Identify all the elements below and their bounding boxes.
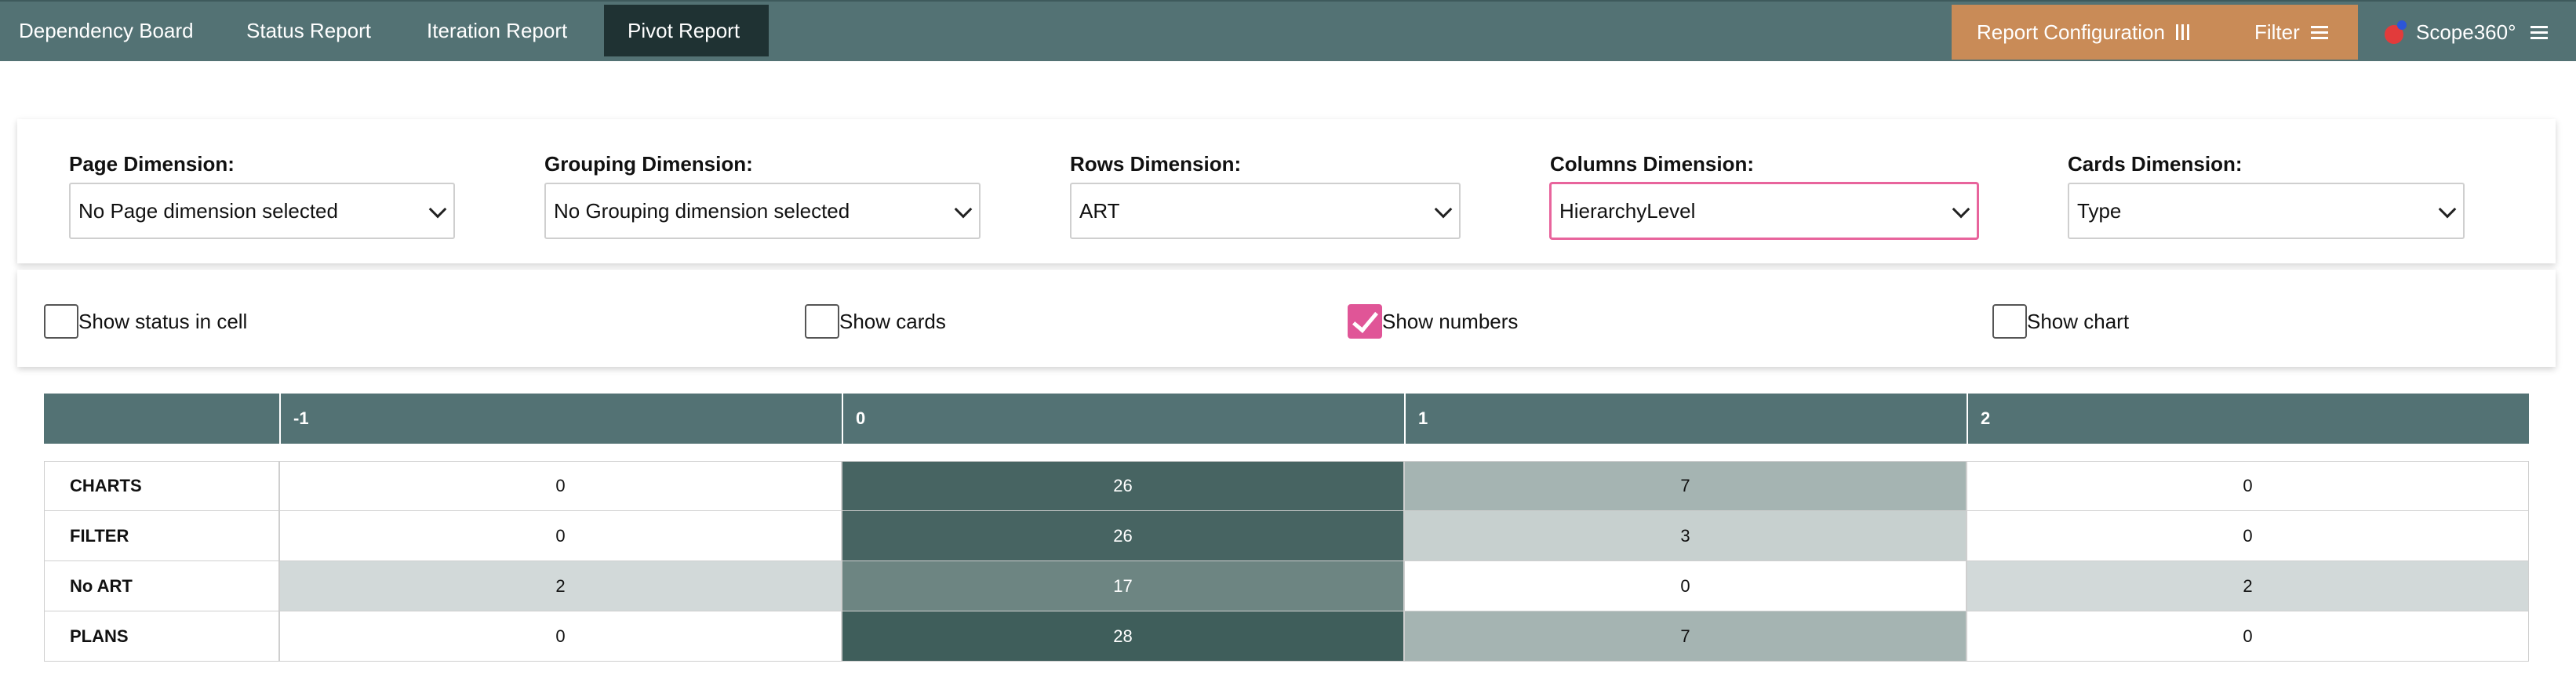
dimension-panel: Page Dimension: No Page dimension select… — [17, 119, 2556, 263]
chevron-down-icon — [1434, 200, 1453, 219]
cards-dimension-group: Cards Dimension: Type — [2068, 152, 2465, 239]
show-status-in-cell-label: Show status in cell — [78, 309, 248, 333]
brand-label: Scope360° — [2416, 20, 2516, 44]
option-show-status-in-cell: Show status in cell — [44, 304, 247, 339]
table-row: PLANS 0 28 7 0 — [44, 611, 2529, 662]
top-nav-bar: Dependency Board Status Report Iteration… — [0, 0, 2576, 61]
row-label: PLANS — [44, 611, 279, 662]
column-header-corner — [44, 394, 279, 444]
chevron-down-icon — [428, 200, 447, 219]
pivot-cell[interactable]: 7 — [1404, 461, 1967, 511]
option-show-cards: Show cards — [805, 304, 946, 339]
nav-tabs: Dependency Board Status Report Iteration… — [0, 2, 769, 61]
report-configuration-label: Report Configuration — [1977, 20, 2165, 44]
show-chart-label: Show chart — [2027, 309, 2130, 333]
scope360-menu-button[interactable]: Scope360° — [2385, 5, 2548, 60]
cards-dimension-select[interactable]: Type — [2068, 183, 2465, 239]
chevron-down-icon — [2438, 200, 2457, 219]
columns-dimension-label: Columns Dimension: — [1550, 152, 1755, 176]
page-dimension-label: Page Dimension: — [69, 152, 235, 176]
page-dimension-select[interactable]: No Page dimension selected — [69, 183, 455, 239]
columns-dimension-group: Columns Dimension: HierarchyLevel — [1550, 152, 1978, 239]
pivot-cell[interactable]: 0 — [1967, 611, 2529, 662]
page-dimension-value: No Page dimension selected — [78, 198, 338, 223]
rows-dimension-group: Rows Dimension: ART — [1070, 152, 1461, 239]
tab-status-report[interactable]: Status Report — [227, 5, 408, 56]
pivot-cell[interactable]: 0 — [1404, 561, 1967, 611]
pivot-cell[interactable]: 26 — [842, 461, 1404, 511]
tab-dependency-board[interactable]: Dependency Board — [0, 5, 227, 56]
columns-dimension-value: HierarchyLevel — [1559, 198, 1696, 223]
pivot-cell[interactable]: 3 — [1404, 511, 1967, 561]
tab-pivot-report[interactable]: Pivot Report — [604, 5, 769, 56]
grouping-dimension-label: Grouping Dimension: — [544, 152, 753, 176]
hamburger-icon — [2530, 25, 2548, 39]
pivot-cell[interactable]: 26 — [842, 511, 1404, 561]
page-dimension-group: Page Dimension: No Page dimension select… — [69, 152, 455, 239]
pivot-cell[interactable]: 0 — [1967, 511, 2529, 561]
column-header: -1 — [279, 394, 842, 444]
option-show-numbers: Show numbers — [1348, 304, 1518, 339]
cards-dimension-value: Type — [2077, 198, 2122, 223]
pivot-cell[interactable]: 0 — [279, 461, 842, 511]
column-header: 0 — [842, 394, 1404, 444]
row-label: No ART — [44, 561, 279, 611]
report-configuration-button[interactable]: Report Configuration — [1977, 20, 2189, 45]
show-status-in-cell-checkbox[interactable] — [44, 304, 78, 339]
show-numbers-checkbox[interactable] — [1348, 304, 1382, 339]
table-row: No ART 2 17 0 2 — [44, 561, 2529, 611]
pivot-cell[interactable]: 0 — [279, 611, 842, 662]
rows-dimension-label: Rows Dimension: — [1070, 152, 1242, 176]
show-numbers-label: Show numbers — [1382, 309, 1519, 333]
column-header: 1 — [1404, 394, 1967, 444]
rows-dimension-select[interactable]: ART — [1070, 183, 1461, 239]
grouping-dimension-group: Grouping Dimension: No Grouping dimensio… — [544, 152, 981, 239]
tab-iteration-report[interactable]: Iteration Report — [408, 5, 604, 56]
show-chart-checkbox[interactable] — [1992, 304, 2027, 339]
chevron-down-icon — [1952, 200, 1970, 219]
pivot-cell[interactable]: 7 — [1404, 611, 1967, 662]
rows-dimension-value: ART — [1079, 198, 1120, 223]
table-row: FILTER 0 26 3 0 — [44, 511, 2529, 561]
pivot-cell[interactable]: 2 — [279, 561, 842, 611]
display-options-panel: Show status in cell Show cards Show numb… — [17, 270, 2556, 367]
pivot-cell[interactable]: 0 — [1967, 461, 2529, 511]
pivot-cell[interactable]: 2 — [1967, 561, 2529, 611]
column-header: 2 — [1967, 394, 2529, 444]
pivot-cell[interactable]: 28 — [842, 611, 1404, 662]
option-show-chart: Show chart — [1992, 304, 2129, 339]
columns-icon — [2175, 24, 2189, 40]
show-cards-label: Show cards — [839, 309, 946, 333]
row-label: CHARTS — [44, 461, 279, 511]
report-controls: Report Configuration Filter — [1952, 5, 2358, 60]
row-label: FILTER — [44, 511, 279, 561]
table-row: CHARTS 0 26 7 0 — [44, 461, 2529, 511]
filter-label: Filter — [2254, 20, 2300, 44]
pivot-cell[interactable]: 0 — [279, 511, 842, 561]
pivot-table-header: -1 0 1 2 — [44, 394, 2529, 444]
columns-dimension-select[interactable]: HierarchyLevel — [1550, 183, 1978, 239]
grouping-dimension-select[interactable]: No Grouping dimension selected — [544, 183, 981, 239]
show-cards-checkbox[interactable] — [805, 304, 839, 339]
menu-icon — [2310, 25, 2328, 39]
grouping-dimension-value: No Grouping dimension selected — [554, 198, 850, 223]
cards-dimension-label: Cards Dimension: — [2068, 152, 2243, 176]
pivot-table-body: CHARTS 0 26 7 0 FILTER 0 26 3 0 No ART 2… — [44, 461, 2529, 662]
pivot-cell[interactable]: 17 — [842, 561, 1404, 611]
filter-button[interactable]: Filter — [2254, 20, 2328, 45]
scope360-logo-icon — [2385, 20, 2407, 44]
chevron-down-icon — [954, 200, 973, 219]
